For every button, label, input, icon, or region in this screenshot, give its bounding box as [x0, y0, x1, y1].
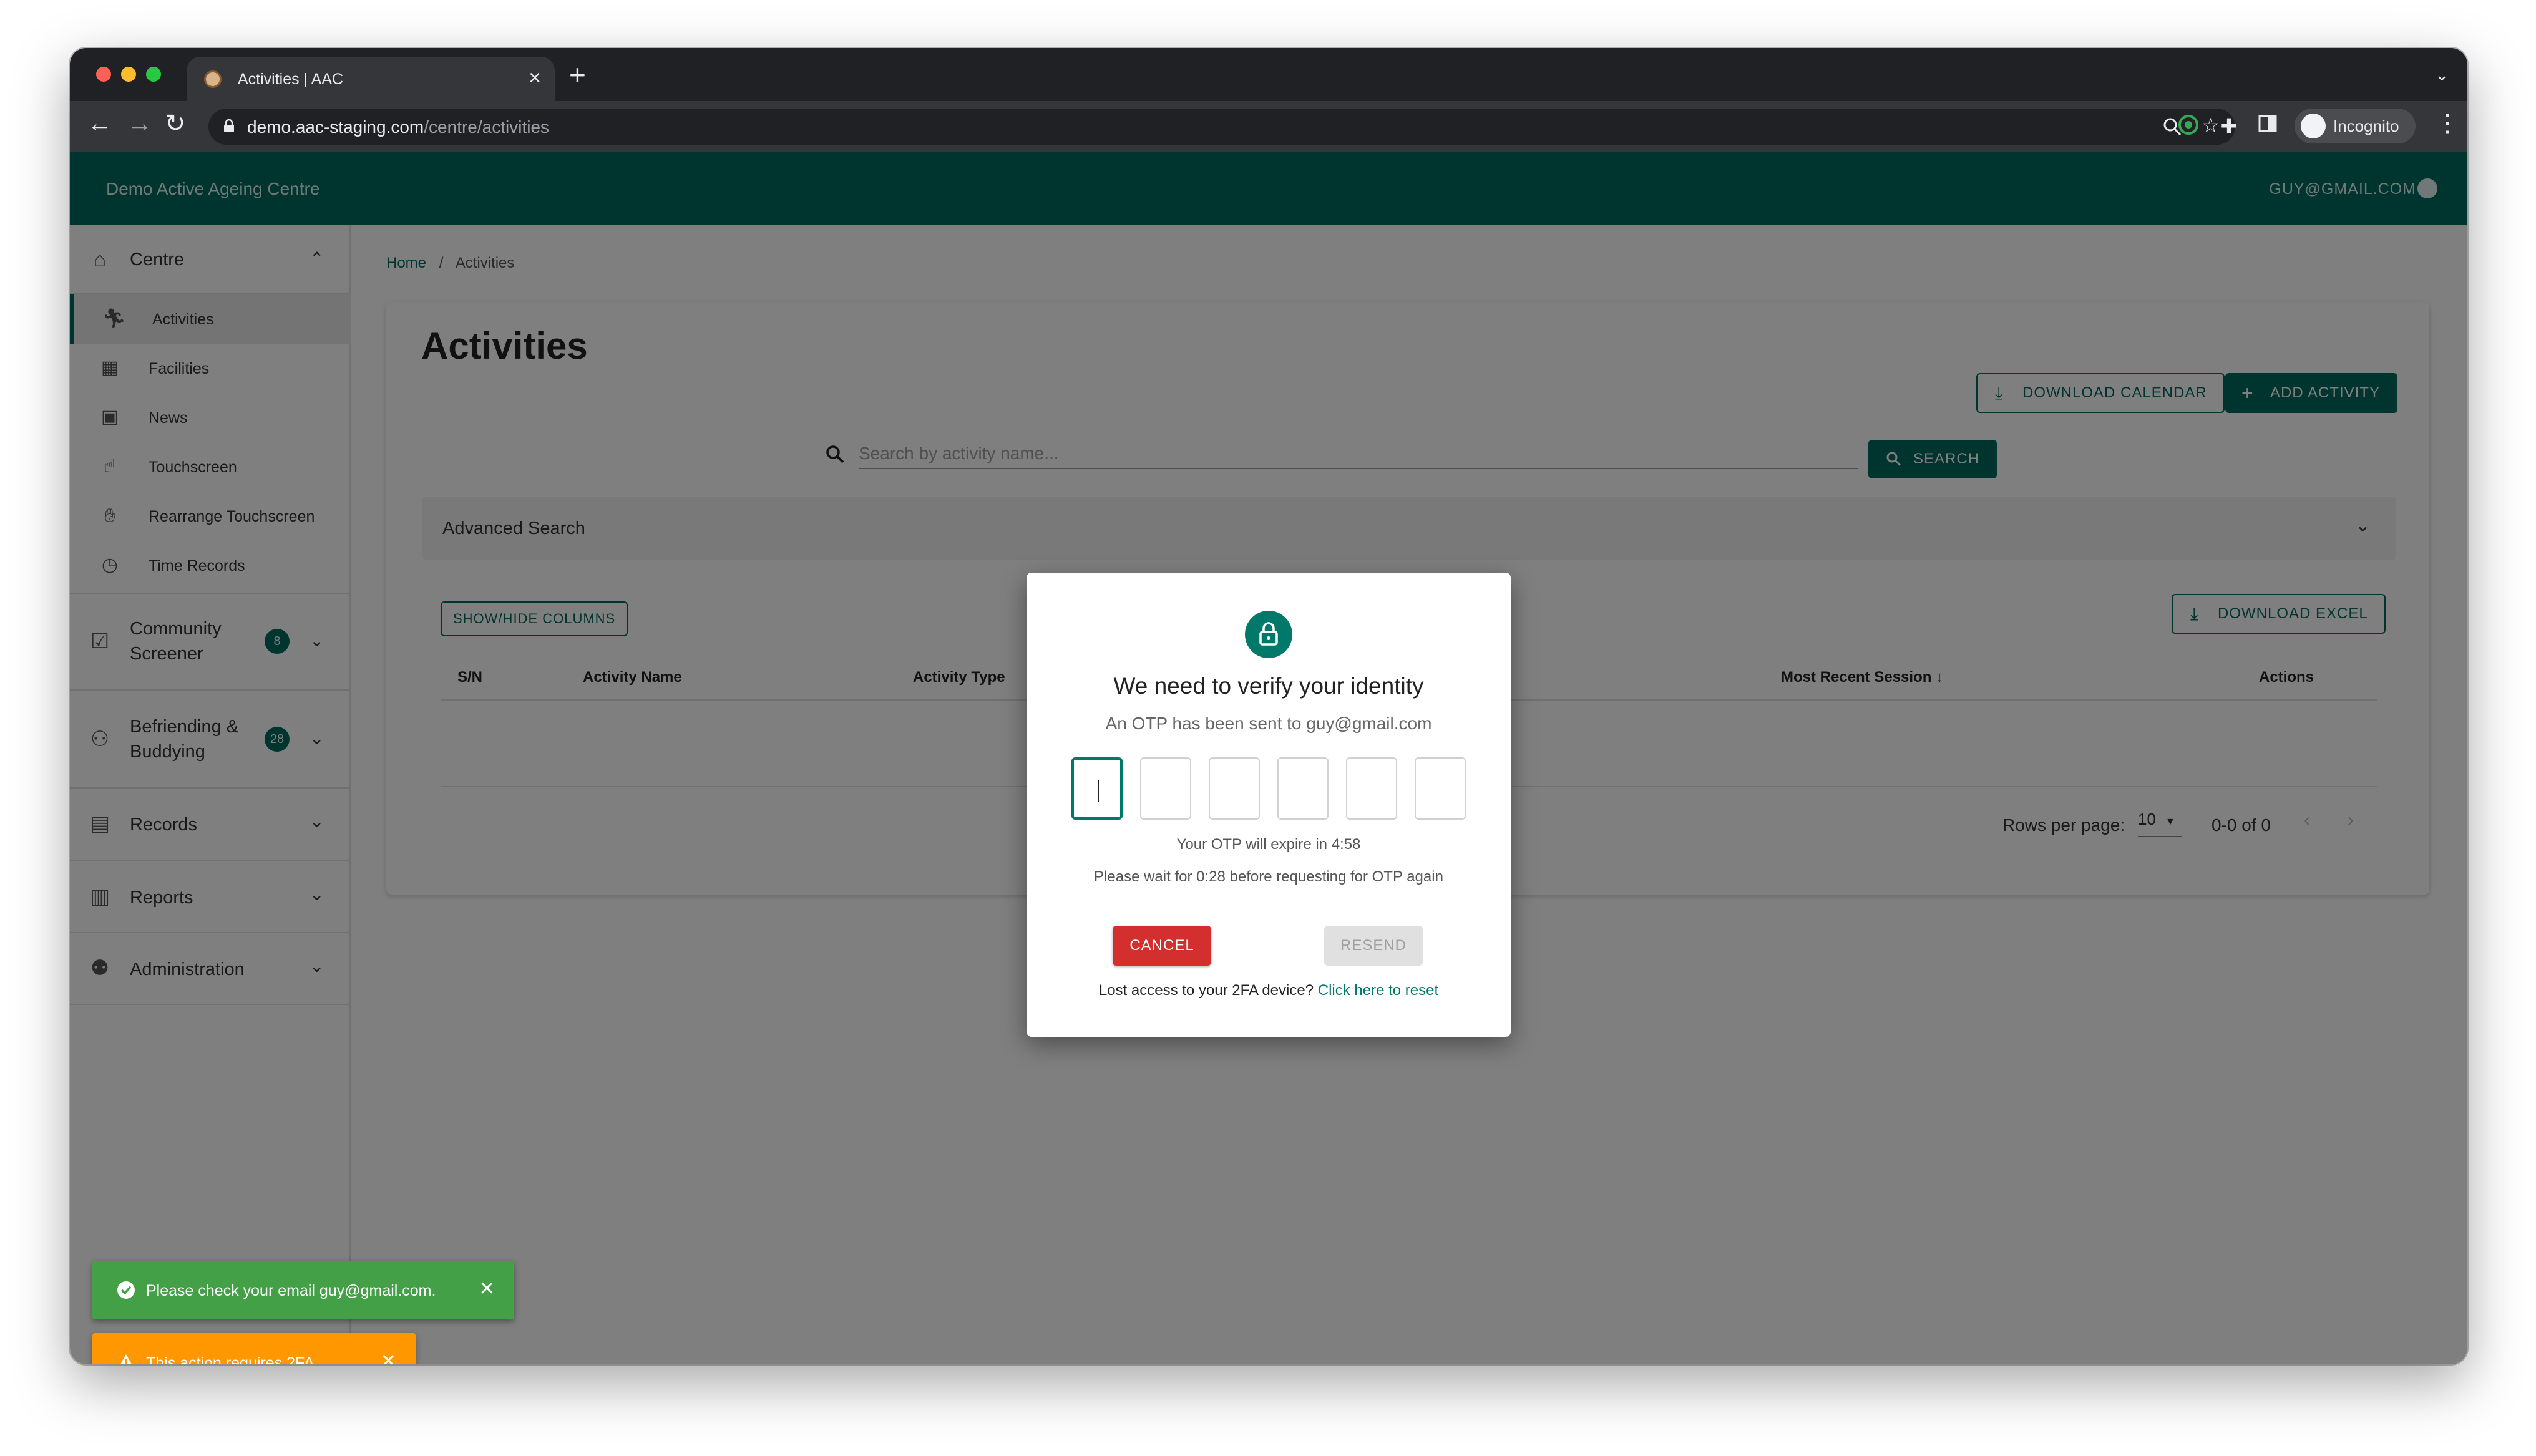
browser-menu-icon[interactable]: ⋮: [2435, 111, 2460, 136]
close-icon[interactable]: ×: [381, 1348, 396, 1364]
minimize-window-button[interactable]: [121, 67, 136, 82]
otp-digit-5[interactable]: [1346, 757, 1397, 820]
tab-strip: Activities | AAC × + ⌄: [70, 48, 2467, 101]
favicon-icon: [204, 70, 222, 88]
otp-digit-2[interactable]: [1140, 757, 1191, 820]
lost-access-text: Lost access to your 2FA device?: [1098, 982, 1314, 999]
reset-2fa-link[interactable]: Click here to reset: [1318, 982, 1438, 999]
tab-title: Activities | AAC: [238, 70, 344, 88]
resend-button[interactable]: RESEND: [1324, 926, 1423, 966]
address-bar[interactable]: demo.aac-staging.com/centre/activities ☆: [208, 109, 2235, 145]
otp-dialog: We need to verify your identity An OTP h…: [1027, 573, 1511, 1037]
otp-digit-6[interactable]: [1415, 757, 1466, 820]
toast-message: This action requires 2FA: [146, 1354, 315, 1364]
text-caret: [1098, 780, 1099, 802]
otp-expire-text: Your OTP will expire in 4:58: [1176, 836, 1361, 853]
otp-wait-text: Please wait for 0:28 before requesting f…: [1094, 868, 1443, 885]
lock-icon: [1245, 611, 1292, 658]
otp-digit-3[interactable]: [1209, 757, 1260, 820]
back-icon[interactable]: ←: [87, 111, 112, 136]
browser-toolbar: ← → ↻ demo.aac-staging.com/centre/activi…: [70, 101, 2467, 152]
browser-tab[interactable]: Activities | AAC ×: [187, 57, 555, 101]
incognito-label: Incognito: [2333, 117, 2399, 135]
extension-icon[interactable]: [2176, 114, 2201, 138]
app-root: Demo Active Ageing Centre GUY@GMAIL.COM …: [70, 152, 2467, 1364]
otp-digit-4[interactable]: [1277, 757, 1329, 820]
dialog-title: We need to verify your identity: [1113, 673, 1424, 699]
lock-icon: [224, 119, 234, 132]
side-panel-icon[interactable]: [2255, 114, 2280, 138]
reload-icon[interactable]: ↻: [165, 111, 186, 136]
close-window-button[interactable]: [96, 67, 111, 82]
dialog-subtitle: An OTP has been sent to guy@gmail.com: [1105, 714, 1432, 733]
warning-icon: [120, 1354, 132, 1364]
incognito-badge[interactable]: Incognito: [2295, 109, 2416, 143]
cancel-button[interactable]: CANCEL: [1113, 926, 1211, 966]
tab-search-icon[interactable]: ⌄: [2435, 66, 2449, 85]
success-toast: Please check your email guy@gmail.com. ×: [92, 1261, 514, 1319]
otp-digit-1[interactable]: [1071, 757, 1123, 820]
new-tab-button[interactable]: +: [569, 61, 586, 89]
check-circle-icon: [117, 1281, 135, 1299]
close-icon[interactable]: ×: [480, 1276, 494, 1301]
dialog-footer: Lost access to your 2FA device? Click he…: [1027, 982, 1511, 999]
appbar-backdrop: [70, 152, 2467, 225]
toast-message: Please check your email guy@gmail.com.: [146, 1282, 436, 1299]
warning-toast: This action requires 2FA ×: [92, 1333, 416, 1364]
url-text: demo.aac-staging.com/centre/activities: [247, 117, 550, 137]
forward-icon[interactable]: →: [127, 111, 152, 136]
puzzle-icon[interactable]: ✚: [2217, 114, 2241, 138]
incognito-icon: [2301, 114, 2326, 138]
maximize-window-button[interactable]: [146, 67, 161, 82]
tab-close-icon[interactable]: ×: [529, 67, 541, 89]
browser-window: Activities | AAC × + ⌄ ← → ↻ demo.aac-st…: [70, 48, 2467, 1364]
